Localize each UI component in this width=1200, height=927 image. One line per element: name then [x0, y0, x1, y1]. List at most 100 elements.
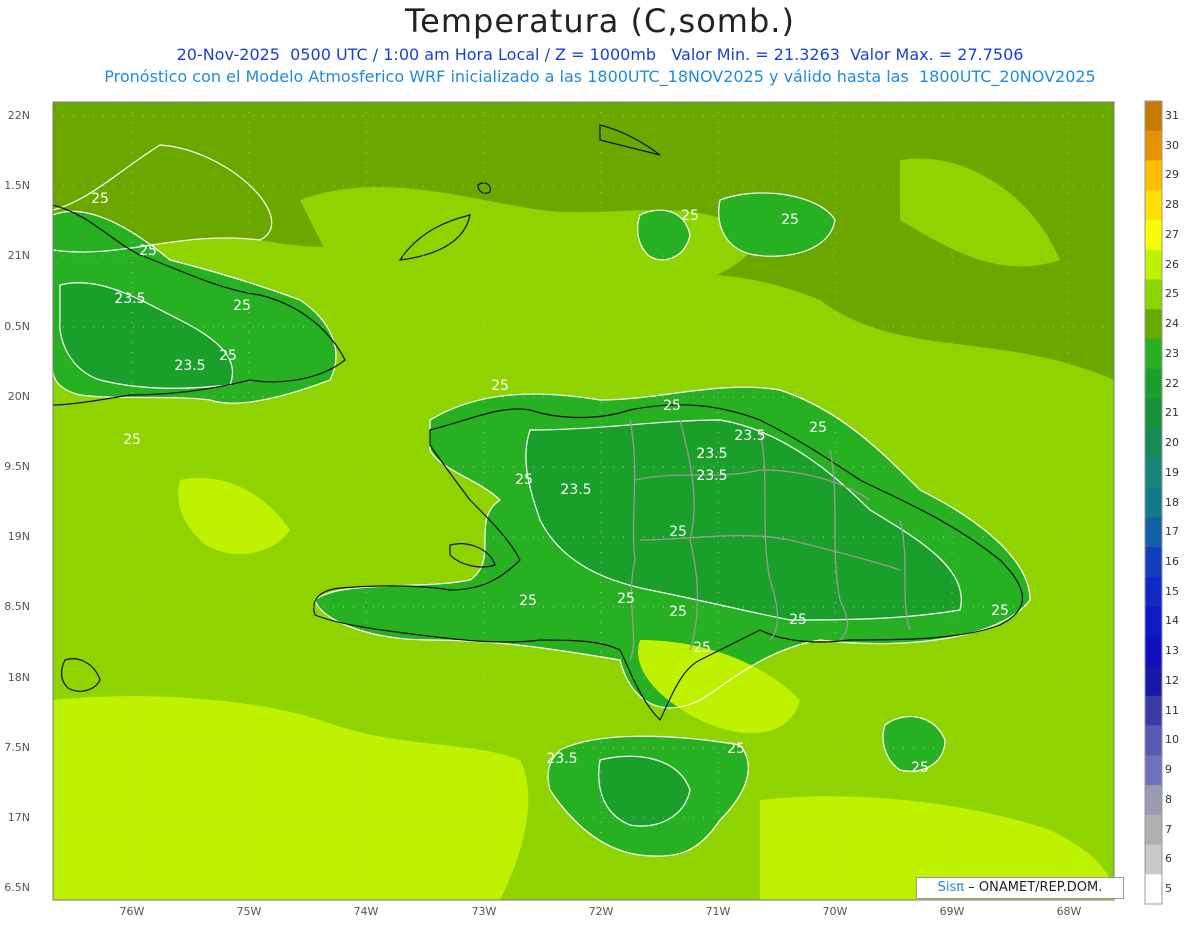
colorbar-swatch	[1145, 725, 1162, 756]
contour-label: 25	[781, 212, 799, 228]
contour-label: 25	[519, 593, 537, 609]
colorbar-value: 26	[1165, 257, 1179, 271]
colorbar-value: 21	[1165, 406, 1179, 420]
credit-box: Sisπ – ONAMET/REP.DOM.	[916, 877, 1124, 899]
colorbar-value: 15	[1165, 584, 1179, 598]
colorbar-swatch	[1145, 517, 1162, 548]
contour-label: 25	[991, 603, 1009, 619]
contour-label: 23.5	[114, 291, 145, 307]
lon-label: 76W	[119, 905, 145, 918]
colorbar-swatch	[1145, 814, 1162, 846]
contour-label: 25	[681, 208, 699, 224]
contour-label: 25	[663, 398, 681, 414]
lon-label: 71W	[705, 905, 731, 918]
colorbar-swatch	[1145, 219, 1162, 251]
lat-label: 21N	[7, 249, 30, 262]
colorbar-swatch	[1145, 190, 1162, 221]
colorbar-swatch	[1145, 487, 1162, 518]
colorbar-value: 14	[1165, 614, 1179, 628]
colorbar-swatch	[1145, 547, 1162, 578]
colorbar-value: 24	[1165, 317, 1179, 331]
lon-label: 73W	[471, 905, 497, 918]
colorbar-value: 11	[1165, 703, 1179, 717]
colorbar-value: 9	[1165, 763, 1172, 777]
contour-label: 23.5	[734, 428, 765, 444]
colorbar	[1145, 101, 1162, 905]
lon-label: 74W	[353, 905, 379, 918]
colorbar-value: 10	[1165, 733, 1179, 747]
contour-label: 23.5	[560, 482, 591, 498]
colorbar-value: 5	[1165, 882, 1172, 896]
colorbar-swatch	[1145, 101, 1162, 132]
colorbar-value: 12	[1165, 673, 1179, 687]
colorbar-swatch	[1145, 785, 1162, 816]
colorbar-swatch	[1145, 695, 1162, 727]
contour-label: 23.5	[696, 446, 727, 462]
contour-label: 25	[789, 612, 807, 628]
contour-label: 25	[727, 741, 745, 757]
lon-label: 75W	[236, 905, 262, 918]
colorbar-value: 30	[1165, 138, 1179, 152]
contour-label: 25	[139, 243, 157, 259]
colorbar-value: 8	[1165, 792, 1172, 806]
colorbar-swatch	[1145, 428, 1162, 459]
contour-label: 23.5	[546, 751, 577, 767]
lon-label: 69W	[939, 905, 965, 918]
colorbar-value: 7	[1165, 822, 1172, 836]
lat-label: 19N	[7, 530, 30, 543]
colorbar-swatch	[1145, 636, 1162, 667]
colorbar-value: 25	[1165, 287, 1179, 301]
colorbar-swatch	[1145, 666, 1162, 697]
lat-label: 18N	[7, 671, 30, 684]
lat-label: 17N	[7, 811, 30, 824]
colorbar-value: 29	[1165, 168, 1179, 182]
contour-label: 25	[491, 378, 509, 394]
contour-label: 3.5	[29, 392, 51, 408]
colorbar-swatch	[1145, 279, 1162, 310]
colorbar-value: 19	[1165, 465, 1179, 479]
colorbar-swatch	[1145, 874, 1162, 905]
contour-label: 25	[669, 604, 687, 620]
contour-label: 25	[669, 524, 687, 540]
colorbar-value: 28	[1165, 198, 1179, 212]
lat-label: 8.5N	[4, 600, 30, 613]
colorbar-swatch	[1145, 606, 1162, 637]
map-area: 25 25 25 23.5 25 23.5 25 3.5 25 25 25 25…	[29, 102, 1114, 900]
contour-label: 23.5	[174, 358, 205, 374]
temperature-map: 25 25 25 23.5 25 23.5 25 3.5 25 25 25 25…	[29, 100, 1163, 905]
colorbar-value: 31	[1165, 108, 1179, 122]
contour-label: 25	[233, 298, 251, 314]
colorbar-swatch	[1145, 160, 1162, 191]
colorbar-swatch	[1145, 398, 1162, 429]
colorbar-value: 22	[1165, 376, 1179, 390]
colorbar-swatch	[1145, 844, 1162, 875]
contour-label: 25	[91, 191, 109, 207]
contour-label: 23.5	[696, 468, 727, 484]
contour-label: 25	[515, 472, 533, 488]
lon-label: 72W	[588, 905, 614, 918]
contour-label: 25	[693, 640, 711, 656]
colorbar-swatch	[1145, 130, 1162, 161]
contour-label: 25	[219, 348, 237, 364]
colorbar-value: 17	[1165, 525, 1179, 539]
contour-label: 25	[809, 420, 827, 436]
lat-label: 1.5N	[4, 179, 30, 192]
credit-org: – ONAMET/REP.DOM.	[968, 880, 1103, 895]
contour-label: 25	[617, 591, 635, 607]
colorbar-value: 27	[1165, 227, 1179, 241]
lon-label: 68W	[1056, 905, 1082, 918]
contour-label: 25	[911, 760, 929, 776]
colorbar-swatch	[1145, 576, 1162, 608]
colorbar-swatch	[1145, 368, 1162, 399]
colorbar-value: 18	[1165, 495, 1179, 509]
credit-brand: Sisπ	[937, 880, 965, 895]
contour-label: 25	[123, 432, 141, 448]
colorbar-value: 6	[1165, 852, 1172, 866]
colorbar-value: 20	[1165, 436, 1179, 450]
colorbar-value: 16	[1165, 554, 1179, 568]
colorbar-swatch	[1145, 309, 1162, 340]
lat-label: 22N	[7, 109, 30, 122]
lat-label: 7.5N	[4, 741, 30, 754]
colorbar-swatch	[1145, 457, 1162, 489]
colorbar-value: 23	[1165, 346, 1179, 360]
